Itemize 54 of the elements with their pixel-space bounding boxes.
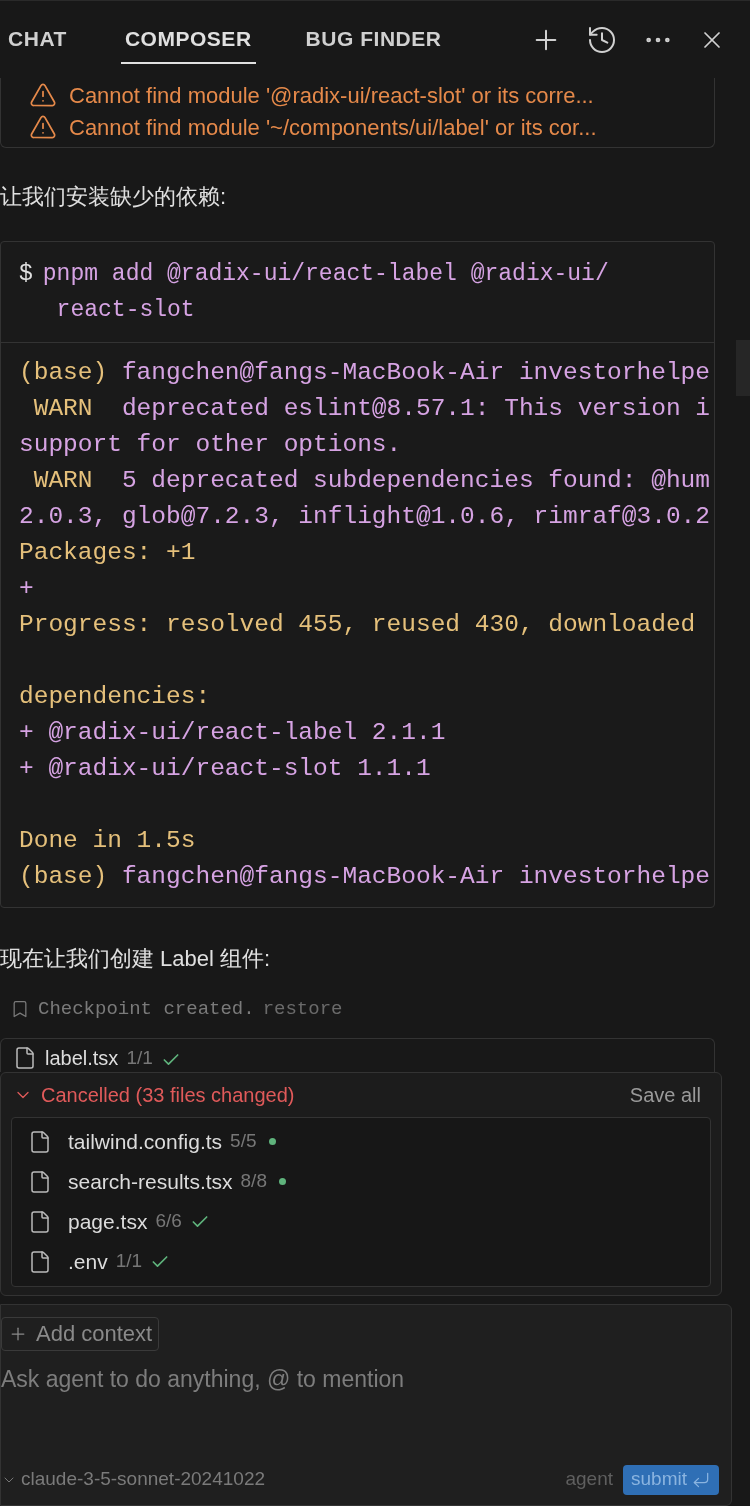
prompt-input[interactable]: Ask agent to do anything, @ to mention	[1, 1362, 731, 1397]
file-name: label.tsx	[45, 1045, 119, 1070]
file-name: tailwind.config.ts	[68, 1128, 223, 1155]
tab[interactable]: BUG FINDER	[301, 15, 446, 64]
checkpoint-text: Checkpoint created.	[38, 997, 255, 1022]
terminal-text: Packages: +1	[19, 539, 196, 566]
terminal-text: support for other options.	[19, 431, 402, 458]
terminal-text: (base)	[19, 359, 109, 386]
warning-icon	[29, 81, 57, 109]
terminal-text: +	[19, 575, 34, 602]
file-icon	[28, 1169, 52, 1194]
file-icon	[28, 1209, 52, 1234]
save-all-button[interactable]: Save all	[629, 1079, 701, 1110]
terminal-text: WARN	[32, 467, 94, 494]
terminal-text: fangchen@fangs-MacBook-Air investorhelpe	[121, 863, 711, 890]
tab[interactable]: CHAT	[4, 15, 71, 64]
model-selector[interactable]: claude-3-5-sonnet-20241022	[21, 1465, 265, 1494]
file-row[interactable]: search-results.tsx 8/8	[12, 1161, 710, 1202]
terminal-text: Done in 1.5s	[19, 827, 196, 854]
file-count: 8/8	[240, 1169, 267, 1194]
terminal-text: fangchen@fangs-MacBook-Air investorhelpe	[121, 359, 711, 386]
error-message: Cannot find module '@radix-ui/react-slot' or its corre...	[69, 81, 594, 110]
message-text: 让我们安装缺少的依赖:	[0, 183, 228, 211]
terminal-text: WARN	[32, 395, 94, 422]
file-count: 1/1	[115, 1249, 143, 1274]
file-icon	[28, 1249, 52, 1274]
prompt-symbol: $	[19, 260, 33, 289]
file-row[interactable]: tailwind.config.ts 5/5	[12, 1121, 710, 1162]
file-row[interactable]: label.tsx 1/1	[0, 1037, 715, 1072]
terminal-text: + @radix-ui/react-label 2.1.1	[19, 719, 446, 746]
terminal-text: + @radix-ui/react-slot 1.1.1	[19, 755, 431, 782]
add-context-button[interactable]: Add context	[1, 1316, 160, 1351]
terminal-text: Progress: resolved 455, reused 430, downloaded	[19, 611, 696, 638]
file-icon	[13, 1045, 37, 1070]
file-row[interactable]: page.tsx 6/6	[12, 1201, 710, 1242]
file-name: .env	[68, 1248, 108, 1275]
terminal-text: deprecated eslint@8.57.1: This version i	[120, 395, 711, 422]
file-name: page.tsx	[68, 1208, 148, 1235]
file-icon	[28, 1129, 52, 1154]
changes-title: Cancelled (33 files changed)	[41, 1082, 295, 1108]
terminal-text: 5 deprecated subdependencies found: @hum	[120, 467, 711, 494]
file-name: search-results.tsx	[68, 1168, 233, 1195]
tab[interactable]: COMPOSER	[120, 15, 256, 64]
file-count: 5/5	[230, 1129, 257, 1154]
terminal-text: 2.0.3, glob@7.2.3, inflight@1.0.6, rimraf@3.0.2	[19, 503, 710, 530]
file-count: 6/6	[155, 1209, 182, 1234]
error-message: Cannot find module '~/components/ui/label' or its cor...	[69, 113, 597, 142]
warning-icon	[29, 113, 57, 141]
terminal-text: dependencies:	[19, 683, 211, 710]
command-text: pnpm add @radix-ui/react-label @radix-ui/ react-slot	[42, 260, 609, 325]
message-text: 现在让我们创建 Label 组件:	[0, 945, 272, 973]
file-row[interactable]: .env 1/1	[12, 1241, 710, 1282]
file-count: 1/1	[126, 1045, 153, 1070]
terminal-text: (base)	[19, 863, 109, 890]
